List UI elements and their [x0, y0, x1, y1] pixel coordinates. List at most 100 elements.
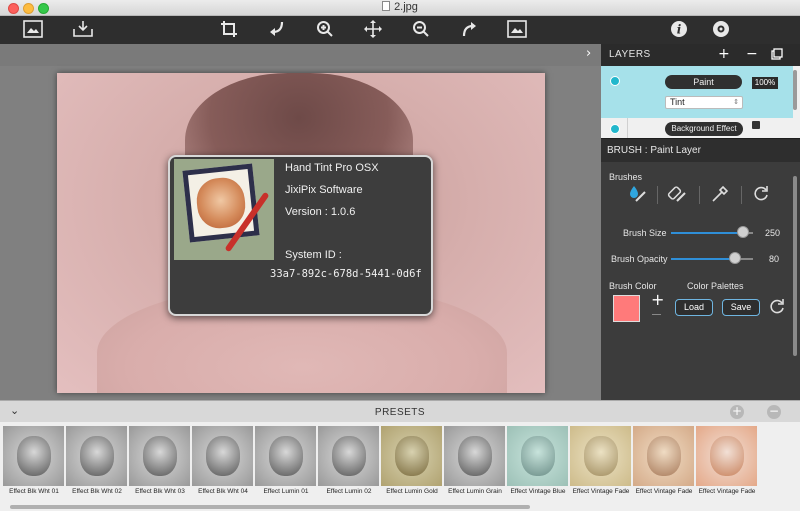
remove-preset-icon[interactable]: −: [767, 405, 781, 419]
preset-thumbnail[interactable]: [444, 426, 505, 486]
preset-label: Effect Blk Wht 01: [9, 488, 59, 495]
preset-label: Effect Vintage Blue: [510, 488, 566, 495]
brush-separator: [741, 186, 742, 204]
presets-header: ⌄ PRESETS + −: [0, 400, 800, 422]
brush-size-value: 250: [765, 228, 781, 238]
color-palettes-label: Color Palettes: [687, 281, 744, 291]
about-dialog[interactable]: Hand Tint Pro OSX JixiPix Software Versi…: [168, 155, 433, 316]
preset-label: Effect Blk Wht 04: [198, 488, 248, 495]
save-image-icon[interactable]: [72, 20, 94, 40]
zoom-out-icon[interactable]: [410, 20, 432, 40]
preset-thumbnail[interactable]: [381, 426, 442, 486]
preset-thumbnail[interactable]: [192, 426, 253, 486]
preset-portrait: [521, 436, 555, 476]
preset-portrait: [269, 436, 303, 476]
layers-list: Paint 100% Tint ⇕ Background Effect: [601, 66, 800, 138]
preset-thumbnail[interactable]: [3, 426, 64, 486]
preset-label: Effect Blk Wht 03: [135, 488, 185, 495]
about-system-id-label: System ID :: [285, 249, 342, 261]
fit-image-icon[interactable]: [506, 20, 528, 40]
layers-title: LAYERS: [609, 49, 651, 60]
layers-header: LAYERS + −: [601, 44, 800, 66]
brush-opacity-value: 80: [769, 254, 780, 264]
remove-color-icon[interactable]: [652, 314, 661, 315]
layer-item-paint[interactable]: Paint 100% Tint ⇕: [601, 66, 793, 118]
preset-label: Effect Lumin Grain: [448, 488, 502, 495]
preset-label: Effect Lumin 01: [263, 488, 309, 495]
layer-name[interactable]: Background Effect: [665, 122, 743, 136]
lock-icon: [752, 121, 760, 129]
svg-text:i: i: [677, 23, 682, 37]
preset-thumbnail[interactable]: [507, 426, 568, 486]
layer-name[interactable]: Paint: [665, 75, 742, 89]
title-bar: 2.jpg: [0, 0, 800, 16]
preset-thumbnail[interactable]: [696, 426, 757, 486]
preset-label: Effect Lumin Gold: [386, 488, 438, 495]
info-icon[interactable]: i: [668, 20, 690, 40]
preset-thumbnail[interactable]: [318, 426, 379, 486]
zoom-in-icon[interactable]: [314, 20, 336, 40]
crop-icon[interactable]: [218, 20, 240, 40]
preset-portrait: [143, 436, 177, 476]
preset-portrait: [584, 436, 618, 476]
slider-fill: [671, 232, 743, 234]
settings-icon[interactable]: [710, 20, 732, 40]
presets-strip: Effect Blk Wht 01 Effect Blk Wht 02 Effect…: [0, 422, 800, 511]
layers-scrollbar[interactable]: [793, 70, 797, 110]
move-icon[interactable]: [362, 20, 384, 40]
save-palette-button[interactable]: Save: [722, 299, 760, 316]
preset-portrait: [395, 436, 429, 476]
brush-title: BRUSH : Paint Layer: [607, 145, 701, 156]
preset-portrait: [458, 436, 492, 476]
color-picker-icon[interactable]: [709, 184, 729, 204]
preset-label: Effect Lumin 02: [326, 488, 372, 495]
remove-layer-icon[interactable]: −: [746, 46, 758, 62]
add-color-icon[interactable]: +: [651, 290, 664, 309]
layer-visibility-toggle[interactable]: [610, 76, 620, 86]
slider-knob[interactable]: [737, 226, 749, 238]
brush-separator: [657, 186, 658, 204]
preset-label: Effect Blk Wht 02: [72, 488, 122, 495]
preset-portrait: [206, 436, 240, 476]
open-image-icon[interactable]: [22, 20, 44, 40]
preset-portrait: [80, 436, 114, 476]
slider-knob[interactable]: [729, 252, 741, 264]
preset-portrait: [647, 436, 681, 476]
about-version: Version : 1.0.6: [285, 206, 356, 218]
preset-label: Effect Vintage Fade: [698, 488, 756, 495]
select-arrows-icon: ⇕: [733, 99, 739, 106]
eraser-brush-icon[interactable]: [667, 184, 687, 204]
swap-palette-icon[interactable]: [767, 297, 787, 317]
layer-visibility-toggle[interactable]: [610, 124, 620, 134]
load-palette-button[interactable]: Load: [675, 299, 713, 316]
brush-opacity-label: Brush Opacity: [611, 254, 668, 264]
layer-opacity[interactable]: 100%: [752, 77, 778, 89]
logo-frame: [182, 163, 260, 243]
brush-color-swatch[interactable]: [613, 295, 640, 322]
brush-header: BRUSH : Paint Layer: [601, 138, 800, 162]
presets-scrollbar[interactable]: [10, 505, 530, 509]
preset-label: Effect Vintage Fade: [572, 488, 630, 495]
preset-thumbnail[interactable]: [66, 426, 127, 486]
window-title: 2.jpg: [0, 1, 800, 13]
logo-portrait: [194, 175, 248, 231]
brush-panel-scrollbar[interactable]: [793, 176, 797, 356]
add-preset-icon[interactable]: +: [730, 405, 744, 419]
toolbar: i: [0, 16, 800, 44]
preset-portrait: [17, 436, 51, 476]
preset-thumbnail[interactable]: [255, 426, 316, 486]
layer-blend-select[interactable]: Tint ⇕: [665, 96, 743, 109]
brush-separator: [699, 186, 700, 204]
document-icon: [382, 1, 391, 11]
preset-thumbnail[interactable]: [129, 426, 190, 486]
redo-icon[interactable]: [458, 20, 480, 40]
paint-brush-icon[interactable]: [627, 184, 647, 204]
app-logo: [174, 159, 274, 260]
chevron-right-icon[interactable]: ›: [586, 46, 591, 61]
preset-thumbnail[interactable]: [633, 426, 694, 486]
add-layer-icon[interactable]: +: [718, 46, 730, 62]
preset-thumbnail[interactable]: [570, 426, 631, 486]
reset-brush-icon[interactable]: [751, 184, 771, 204]
duplicate-layer-icon[interactable]: [771, 48, 783, 64]
undo-icon[interactable]: [266, 20, 288, 40]
